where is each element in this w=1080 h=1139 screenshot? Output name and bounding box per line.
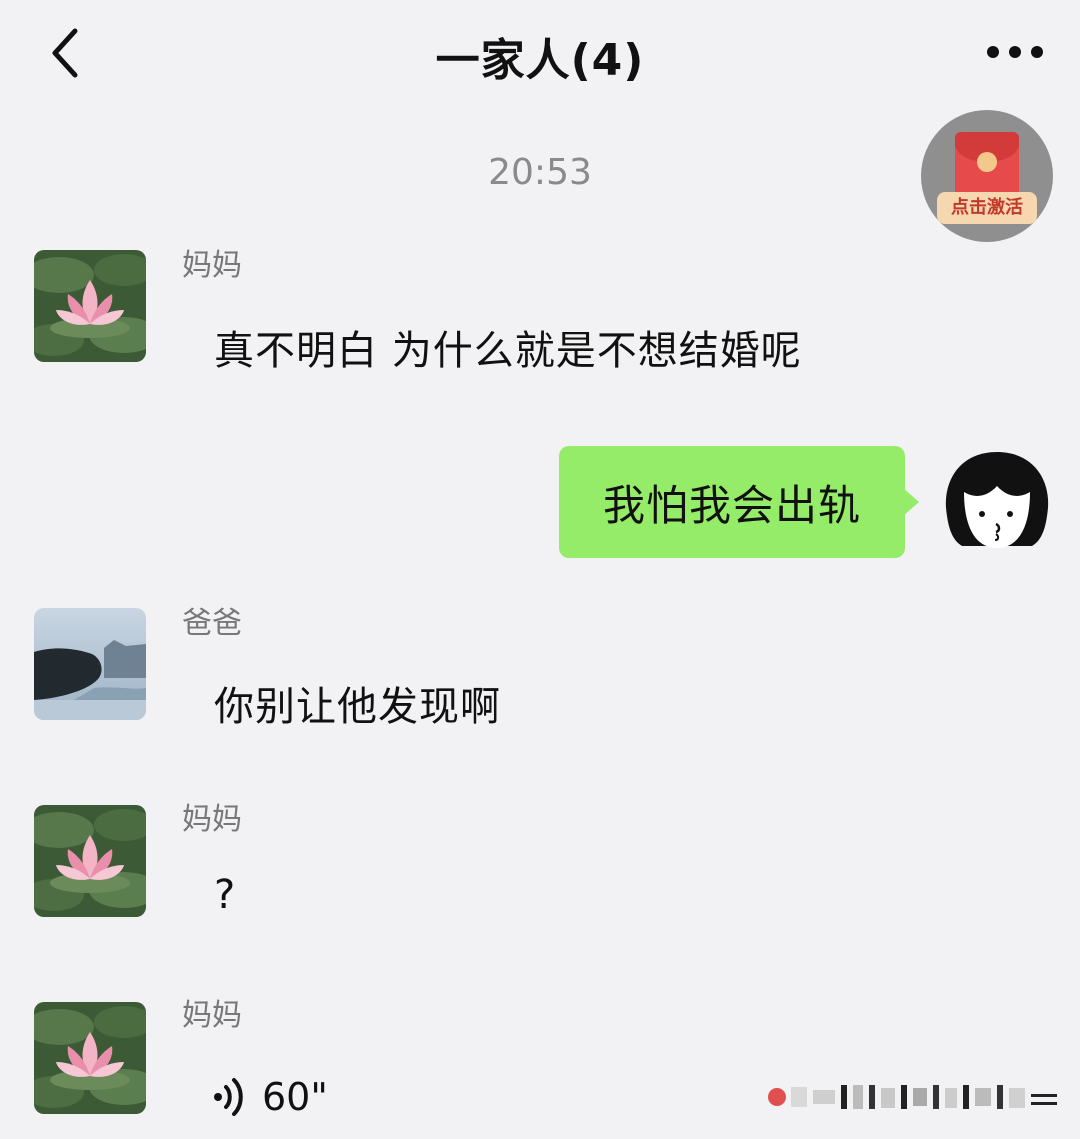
message-text[interactable]: 真不明白 为什么就是不想结婚呢 — [214, 318, 802, 376]
landscape-avatar-image — [34, 608, 146, 720]
avatar-mom[interactable] — [34, 1002, 146, 1114]
voice-message[interactable]: 60" — [212, 1072, 328, 1122]
envelope-seal — [977, 152, 997, 172]
sender-name: 妈妈 — [182, 998, 242, 1033]
lotus-avatar-image — [34, 250, 146, 362]
voice-duration: 60" — [262, 1075, 328, 1119]
avatar-mom[interactable] — [34, 805, 146, 917]
my-message-bubble[interactable]: 我怕我会出轨 — [559, 446, 905, 558]
watermark-image — [768, 1085, 1057, 1109]
message-text[interactable]: ? — [214, 872, 236, 918]
lotus-avatar-image — [34, 805, 146, 917]
message-timestamp: 20:53 — [488, 152, 592, 193]
more-icon — [987, 46, 1043, 58]
sender-name: 爸爸 — [182, 606, 242, 641]
chat-title: 一家人(4) — [435, 35, 645, 86]
chat-header: 一家人(4) — [0, 0, 1080, 110]
red-packet-button[interactable]: 点击激活 — [921, 110, 1053, 242]
avatar-dad[interactable] — [34, 608, 146, 720]
red-packet-label: 点击激活 — [937, 192, 1037, 224]
cartoon-girl-avatar-image — [945, 452, 1049, 548]
bubble-tail — [903, 488, 919, 516]
sender-name: 妈妈 — [182, 248, 242, 283]
more-options-button[interactable] — [980, 22, 1050, 82]
lotus-avatar-image — [34, 1002, 146, 1114]
message-text[interactable]: 你别让他发现啊 — [214, 674, 501, 732]
avatar-mom[interactable] — [34, 250, 146, 362]
voice-wave-icon — [214, 1078, 243, 1116]
my-avatar[interactable] — [940, 448, 1054, 558]
sender-name: 妈妈 — [182, 802, 242, 837]
